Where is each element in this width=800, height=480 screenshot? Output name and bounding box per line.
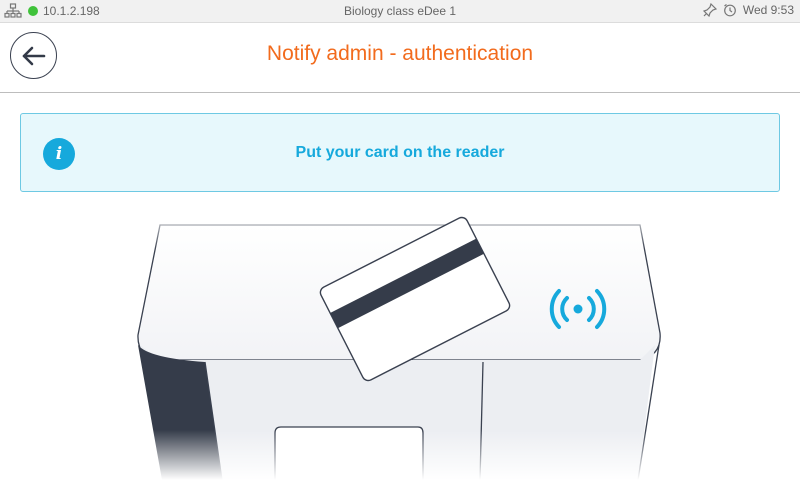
page-header: Notify admin - authentication	[0, 23, 800, 93]
info-banner: i Put your card on the reader	[20, 113, 780, 192]
info-message: Put your card on the reader	[295, 144, 505, 161]
pin-icon	[702, 3, 717, 17]
alarm-clock-icon	[723, 4, 736, 17]
device-name: Biology class eDee 1	[343, 4, 457, 18]
status-bar: 10.1.2.198 Biology class eDee 1 Wed 9:53	[0, 0, 800, 23]
status-right: Wed 9:53	[702, 3, 794, 17]
clock: Wed 9:53	[742, 3, 794, 17]
page-title: Notify admin - authentication	[266, 42, 534, 65]
card-reader-illustration	[130, 205, 670, 480]
